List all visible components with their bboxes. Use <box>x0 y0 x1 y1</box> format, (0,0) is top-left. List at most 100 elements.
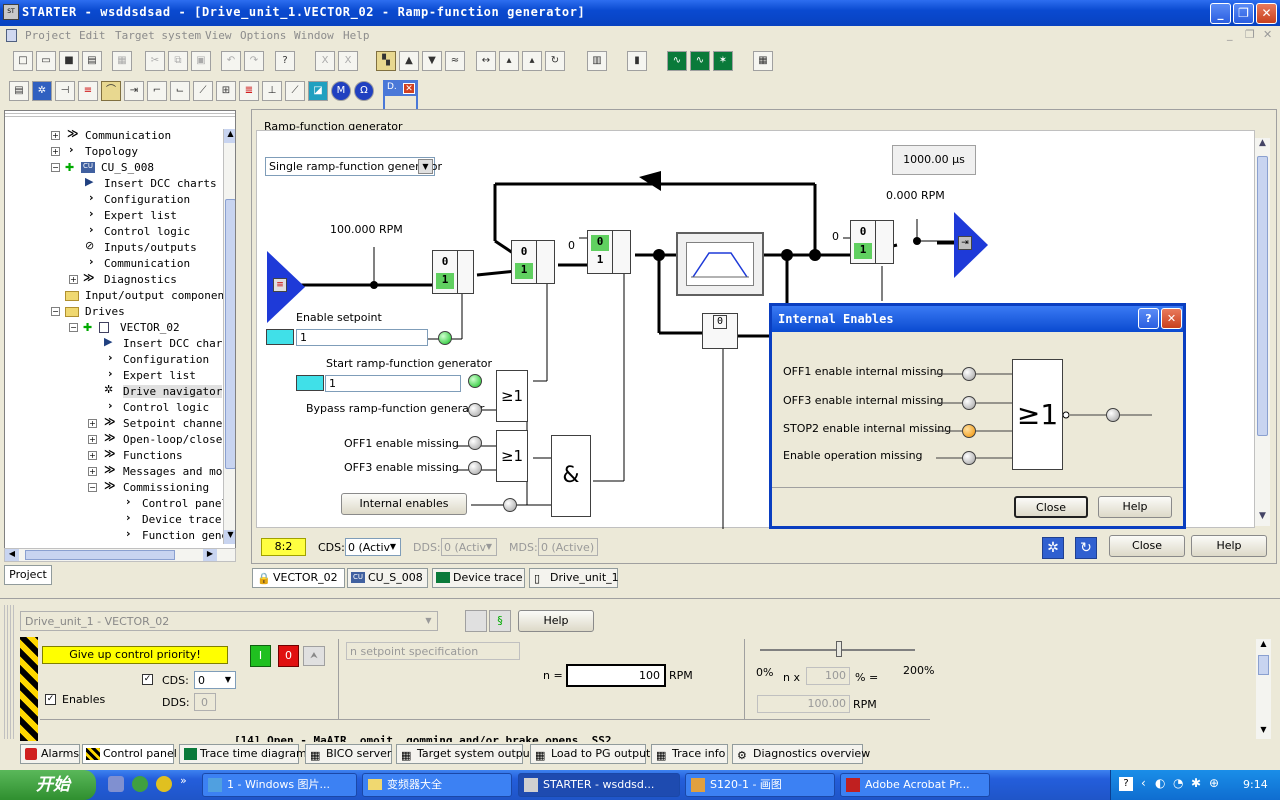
hold-switch[interactable]: 0 <box>702 313 738 349</box>
collapse-icon[interactable]: − <box>51 163 60 172</box>
doc-tab-vector02[interactable]: 🔒 VECTOR_02 <box>252 568 345 588</box>
menu-options[interactable]: Options <box>240 29 286 42</box>
tree-item-messages[interactable]: Messages and mon <box>123 465 229 478</box>
tree-item-inputs-outputs[interactable]: Inputs/outputs <box>104 241 197 254</box>
menu-view[interactable]: View <box>205 29 232 42</box>
print-icon[interactable]: ▦ <box>112 51 132 71</box>
control-icon[interactable]: ◪ <box>308 81 328 101</box>
chevron-down-icon[interactable]: ▼ <box>421 613 436 629</box>
menu-window[interactable]: Window <box>294 29 334 42</box>
cut-icon[interactable]: ✂ <box>145 51 165 71</box>
copy-ram-rom-icon[interactable]: ▴ <box>499 51 519 71</box>
bluetooth-icon[interactable]: ✱ <box>1191 776 1201 790</box>
quicklaunch-browser-icon[interactable] <box>132 776 148 792</box>
restore-icon[interactable]: ↻ <box>545 51 565 71</box>
table-icon[interactable]: ▦ <box>753 51 773 71</box>
mdi-restore-icon[interactable]: ❐ <box>1245 28 1255 41</box>
scroll-up-icon[interactable]: ▲ <box>1256 639 1271 653</box>
tab-bico-server[interactable]: ▦ BICO server <box>305 744 392 764</box>
cds-select[interactable]: 0 (Activ ▼ <box>345 538 401 556</box>
volume-icon[interactable]: ◔ <box>1173 776 1183 790</box>
limit-icon[interactable]: ⌙ <box>170 81 190 101</box>
rfg-start-switch[interactable]: 0 1 <box>511 240 555 284</box>
tree-item-expert-list-2[interactable]: Expert list <box>123 369 196 382</box>
cds-bottom-select[interactable]: 0 ▼ <box>194 671 236 689</box>
tree-item-vector02[interactable]: VECTOR_02 <box>120 321 180 334</box>
start-rfg-connector[interactable] <box>296 375 324 391</box>
tree-item-insert-dcc-2[interactable]: Insert DCC chart <box>123 337 229 350</box>
copy-icon[interactable]: ⧉ <box>168 51 188 71</box>
drive-select[interactable]: Drive_unit_1 - VECTOR_02 ▼ <box>20 611 438 631</box>
expand-icon[interactable]: + <box>88 435 97 444</box>
start-button[interactable]: 开始 <box>0 770 96 800</box>
maximize-button[interactable]: ❐ <box>1233 3 1254 24</box>
tree-item-function-gen[interactable]: Function gene <box>142 529 228 542</box>
network-icon[interactable]: ◐ <box>1155 776 1165 790</box>
gear-icon[interactable]: ✲ <box>32 81 52 101</box>
speed-setpoint-input[interactable]: 100 <box>566 664 666 687</box>
menu-help[interactable]: Help <box>343 29 370 42</box>
minimize-button[interactable]: _ <box>1210 3 1231 24</box>
download-icon[interactable]: ▼ <box>422 51 442 71</box>
switch-icon[interactable]: ⇥ <box>124 81 144 101</box>
override-slider-thumb[interactable] <box>836 641 842 657</box>
save-icon[interactable]: ■ <box>59 51 79 71</box>
open-icon[interactable]: ▭ <box>36 51 56 71</box>
tab-trace-time-diagram[interactable]: Trace time diagram <box>179 744 307 764</box>
setpoint-enable-switch[interactable]: 0 1 <box>432 250 474 294</box>
menu-target-system[interactable]: Target system <box>115 29 201 42</box>
tree-item-diagnostics[interactable]: Diagnostics <box>104 273 177 286</box>
rfg-bypass-switch[interactable]: 0 1 <box>587 230 631 274</box>
collapse-icon[interactable]: − <box>69 323 78 332</box>
motor-icon[interactable]: M <box>331 81 351 101</box>
give-up-control-button[interactable]: Give up control priority! <box>42 646 228 664</box>
quicklaunch-desktop-icon[interactable] <box>108 776 124 792</box>
torque-icon[interactable]: ⊥ <box>262 81 282 101</box>
security-icon[interactable]: ⊕ <box>1209 776 1219 790</box>
enable-setpoint-field[interactable]: 1 <box>296 329 428 346</box>
panel-close-button[interactable]: Close <box>1109 535 1185 557</box>
detail-scroll-thumb[interactable] <box>1258 655 1269 675</box>
task-folder[interactable]: 变频器大全 <box>362 773 512 797</box>
gear-icon[interactable]: ✲ <box>1042 537 1064 559</box>
curve-icon[interactable]: ⌐ <box>147 81 167 101</box>
upload-icon[interactable]: ▴ <box>522 51 542 71</box>
go-online-icon[interactable]: X <box>315 51 335 71</box>
refresh-icon[interactable]: ↻ <box>1075 537 1097 559</box>
compare-icon[interactable]: ≈ <box>445 51 465 71</box>
accessible-nodes-icon[interactable]: ▥ <box>587 51 607 71</box>
menu-project[interactable]: Project <box>25 29 71 42</box>
tree-item-device-trace[interactable]: Device trace <box>142 513 221 526</box>
print-preview-icon[interactable]: ▤ <box>82 51 102 71</box>
expand-icon[interactable]: + <box>88 467 97 476</box>
doc-tab-drive-unit[interactable]: ▯ Drive_unit_1 <box>529 568 619 588</box>
ramp-icon[interactable]: ⌒ <box>101 81 121 101</box>
slope-icon[interactable]: ⟋ <box>193 81 213 101</box>
task-acrobat[interactable]: Adobe Acrobat Pr... <box>840 773 990 797</box>
help-tray-icon[interactable]: ? <box>1119 777 1133 791</box>
scroll-down-icon[interactable]: ▼ <box>1256 725 1271 739</box>
scroll-left-icon[interactable]: ◀ <box>5 549 19 561</box>
tree-item-commissioning[interactable]: Commissioning <box>123 481 209 494</box>
tree-item-topology[interactable]: Topology <box>85 145 138 158</box>
start-rfg-field[interactable]: 1 <box>325 375 461 392</box>
expand-icon[interactable]: + <box>51 147 60 156</box>
doc-tab-device-trace[interactable]: Device trace <box>432 568 525 588</box>
close-window-button[interactable]: ✕ <box>1256 3 1277 24</box>
setpoint-icon[interactable]: ≡ <box>78 81 98 101</box>
split-icon[interactable]: ↔ <box>476 51 496 71</box>
tree-item-control-panel[interactable]: Control panel <box>142 497 228 510</box>
brake-icon[interactable]: ≣ <box>239 81 259 101</box>
load-to-pg-icon[interactable]: ▲ <box>399 51 419 71</box>
scroll-h-thumb[interactable] <box>25 550 175 560</box>
context-help-icon[interactable]: ? <box>275 51 295 71</box>
tree-item-communication[interactable]: Communication <box>85 129 171 142</box>
output-switch[interactable]: 0 1 <box>850 220 894 264</box>
chevron-down-icon[interactable]: ▼ <box>482 539 496 555</box>
scroll-right-icon[interactable]: ▶ <box>203 549 217 561</box>
connect-target-icon[interactable]: ▚ <box>376 51 396 71</box>
tree-item-control-logic-2[interactable]: Control logic <box>123 401 209 414</box>
encoder-icon[interactable]: Ω <box>354 81 374 101</box>
scroll-thumb[interactable] <box>225 199 235 469</box>
jog-icon[interactable]: ⮝ <box>303 646 325 666</box>
